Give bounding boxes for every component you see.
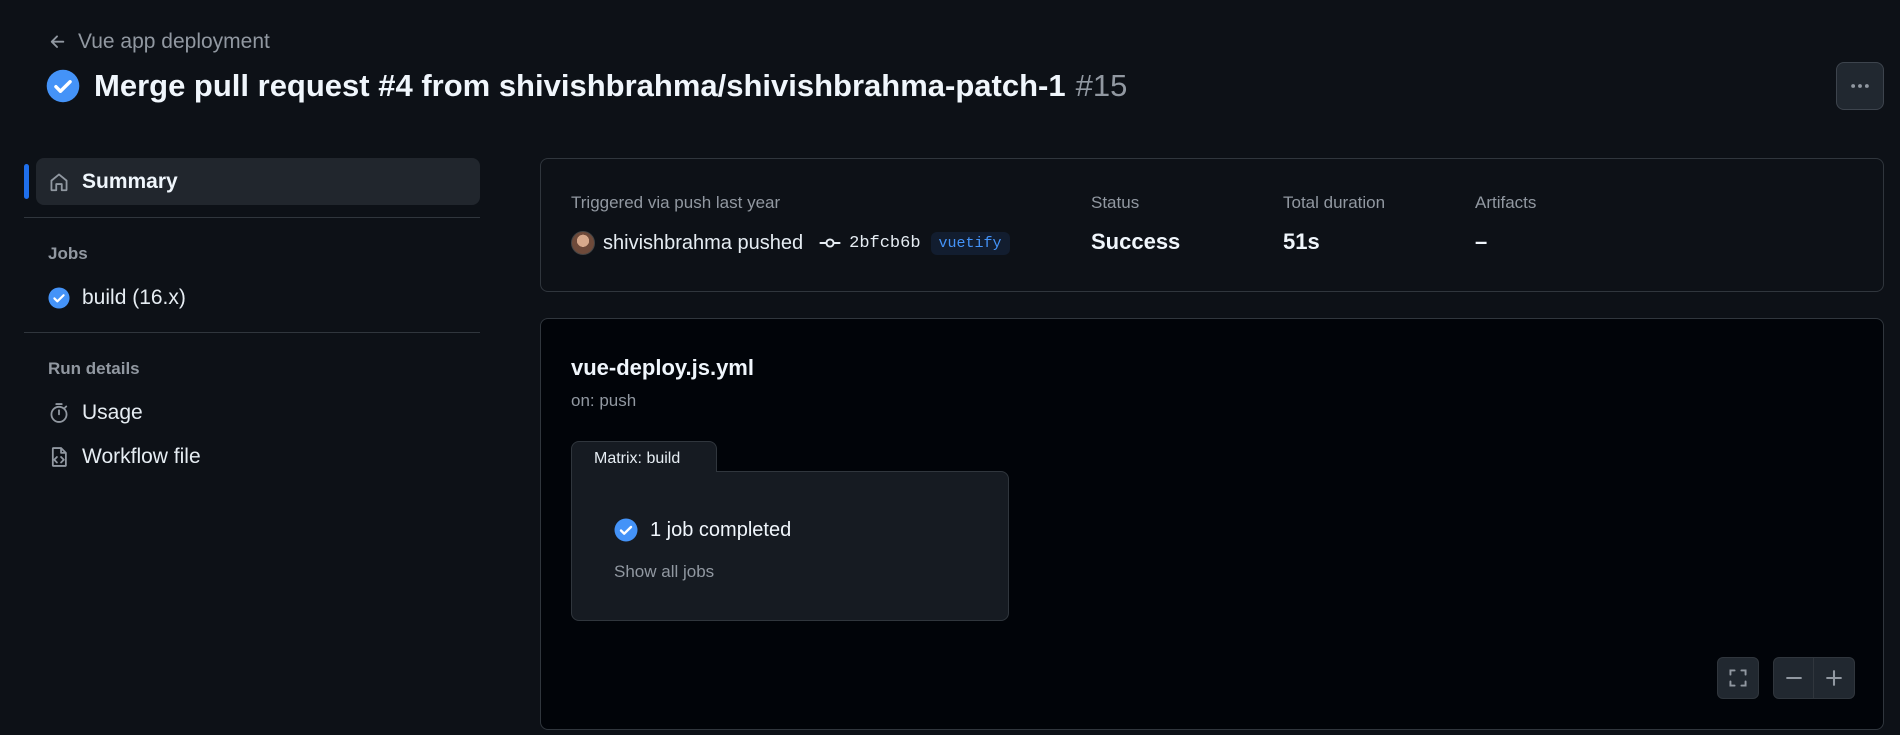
sidebar-item-label: Usage — [82, 401, 143, 424]
artifacts-label: Artifacts — [1475, 193, 1537, 212]
success-check-icon — [46, 69, 80, 103]
duration-label: Total duration — [1283, 193, 1386, 212]
tab-join — [572, 469, 716, 473]
run-number: #15 — [1075, 68, 1128, 103]
sidebar-item-label: Workflow file — [82, 445, 201, 468]
workflow-file-name: vue-deploy.js.yml — [571, 355, 754, 380]
zoom-controls — [1773, 657, 1855, 699]
status-column: Status Success — [1091, 193, 1180, 255]
commit-sha-link[interactable]: 2bfcb6b — [849, 234, 920, 253]
arrow-left-icon — [50, 35, 65, 48]
actor-text[interactable]: shivishbrahma pushed — [603, 232, 803, 255]
matrix-job-group[interactable]: 1 job completed Show all jobs — [571, 471, 1009, 621]
divider — [24, 332, 480, 333]
stopwatch-icon — [50, 403, 68, 423]
sidebar: Summary Jobs build (16.x) Run details Us… — [24, 158, 480, 479]
fullscreen-button[interactable] — [1717, 657, 1759, 699]
show-all-jobs-link[interactable]: Show all jobs — [614, 562, 714, 582]
duration-column: Total duration 51s — [1283, 193, 1385, 255]
success-check-icon — [48, 287, 70, 309]
workflow-graph-card: vue-deploy.js.yml on: push Matrix: build… — [540, 318, 1884, 730]
sidebar-item-summary[interactable]: Summary — [24, 158, 480, 205]
minus-icon — [1785, 676, 1802, 680]
sidebar-item-label: build (16.x) — [82, 286, 186, 309]
branch-badge[interactable]: vuetify — [930, 231, 1010, 255]
zoom-out-button[interactable] — [1773, 657, 1814, 699]
sidebar-item-workflow-file[interactable]: Workflow file — [24, 435, 480, 479]
fullscreen-icon — [1729, 669, 1747, 687]
jobs-heading: Jobs — [48, 244, 88, 263]
trigger-details: shivishbrahma pushed 2bfcb6b vuetify — [571, 231, 1010, 255]
status-label: Status — [1091, 193, 1140, 212]
trigger-column: Triggered via push last year shivishbrah… — [571, 193, 1010, 255]
divider — [24, 217, 480, 218]
back-link-label: Vue app deployment — [78, 30, 270, 53]
avatar[interactable] — [571, 231, 595, 255]
run-summary-card: Triggered via push last year shivishbrah… — [540, 158, 1884, 292]
job-summary-row[interactable]: 1 job completed — [614, 518, 791, 542]
artifacts-value: – — [1475, 229, 1488, 254]
kebab-horizontal-icon — [1851, 84, 1869, 88]
workflow-trigger: on: push — [571, 391, 637, 410]
file-code-icon — [51, 447, 67, 467]
page-title-text: Merge pull request #4 from shivishbrahma… — [94, 68, 1066, 103]
git-commit-icon — [819, 238, 841, 248]
more-options-button[interactable] — [1836, 62, 1884, 110]
artifacts-column: Artifacts – — [1475, 193, 1536, 255]
fullscreen-control — [1717, 657, 1759, 699]
back-link[interactable]: Vue app deployment — [48, 30, 270, 54]
sidebar-item-usage[interactable]: Usage — [24, 391, 480, 435]
job-summary-text: 1 job completed — [650, 518, 792, 541]
sidebar-item-job-build[interactable]: build (16.x) — [24, 276, 480, 320]
sidebar-item-label: Summary — [82, 169, 178, 193]
plus-icon — [1826, 670, 1842, 686]
page-title-row: Merge pull request #4 from shivishbrahma… — [46, 68, 1127, 104]
status-value: Success — [1091, 229, 1181, 254]
home-icon — [50, 173, 68, 191]
workflow-run-page: Vue app deployment Merge pull request #4… — [0, 0, 1900, 735]
trigger-label: Triggered via push last year — [571, 193, 781, 212]
duration-value: 51s — [1283, 229, 1320, 254]
run-details-heading: Run details — [48, 359, 140, 378]
page-title: Merge pull request #4 from shivishbrahma… — [94, 68, 1127, 104]
zoom-in-button[interactable] — [1814, 657, 1855, 699]
success-check-icon — [614, 518, 638, 542]
